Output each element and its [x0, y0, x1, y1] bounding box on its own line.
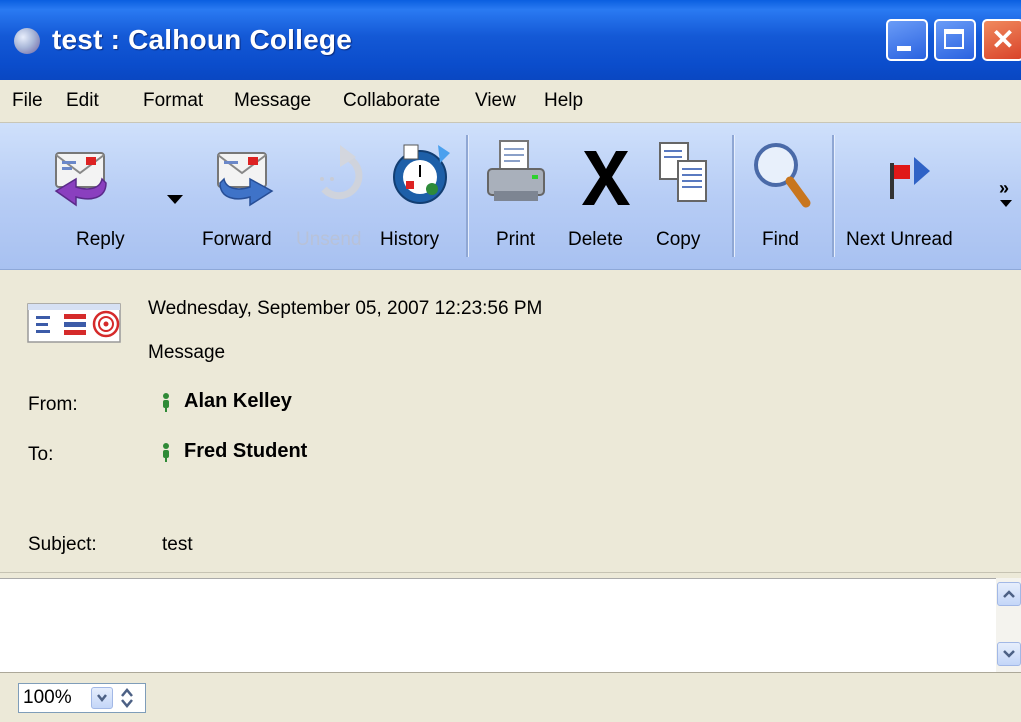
menu-message[interactable]: Message	[234, 90, 311, 112]
chevron-down-icon	[1000, 200, 1012, 207]
message-window: test : Calhoun College ✕ File Edit Forma…	[0, 0, 1021, 722]
menu-view[interactable]: View	[475, 90, 516, 112]
history-icon	[393, 144, 450, 204]
delete-label: Delete	[568, 229, 623, 250]
from-label: From:	[28, 394, 78, 415]
message-body[interactable]	[0, 578, 996, 673]
chevron-down-icon	[97, 694, 107, 703]
copy-label: Copy	[656, 229, 701, 250]
vertical-scrollbar[interactable]	[996, 578, 1021, 672]
overflow-chevron-icon: »	[999, 178, 1010, 198]
minimize-button[interactable]	[886, 19, 928, 61]
magnifier-icon	[754, 143, 811, 208]
delete-button[interactable]: Delete	[560, 123, 640, 269]
forward-button[interactable]: Forward	[196, 123, 286, 269]
find-button[interactable]: Find	[744, 123, 824, 269]
forward-icon	[217, 152, 274, 207]
subject-label: Subject:	[28, 534, 97, 555]
menu-bar: File Edit Format Message Collaborate Vie…	[0, 80, 1021, 123]
menu-format[interactable]: Format	[143, 90, 203, 112]
to-recipient[interactable]: Fred Student	[184, 440, 307, 463]
zoom-spinner-icon[interactable]	[117, 686, 137, 710]
toolbar-divider	[832, 135, 835, 257]
groupwise-app-icon	[14, 28, 40, 54]
reply-options-dropdown[interactable]	[162, 123, 190, 269]
printer-icon	[487, 140, 545, 201]
person-icon	[163, 443, 169, 462]
reply-label: Reply	[76, 229, 125, 250]
history-label: History	[380, 229, 440, 250]
message-header: Wednesday, September 05, 2007 12:23:56 P…	[0, 270, 1021, 572]
menu-file[interactable]: File	[12, 90, 43, 112]
next-unread-flag-icon	[890, 157, 930, 199]
subject-value: test	[162, 534, 193, 555]
to-label: To:	[28, 444, 54, 465]
chevron-up-icon	[1003, 590, 1015, 598]
delete-x-icon	[582, 151, 630, 205]
message-type: Message	[148, 342, 226, 363]
menu-help[interactable]: Help	[544, 90, 583, 112]
toolbar-overflow-button[interactable]: »	[990, 123, 1021, 269]
next-unread-button[interactable]: Next Unread	[840, 123, 970, 269]
toolbar-divider	[732, 135, 735, 257]
person-icon	[163, 393, 169, 412]
scroll-down-button[interactable]	[997, 642, 1021, 666]
title-bar[interactable]: test : Calhoun College ✕	[0, 0, 1021, 80]
close-button[interactable]: ✕	[982, 19, 1021, 61]
close-icon: ✕	[991, 24, 1015, 55]
find-label: Find	[762, 229, 799, 250]
forward-label: Forward	[202, 229, 272, 250]
message-envelope-icon	[27, 303, 121, 343]
print-label: Print	[496, 229, 536, 250]
status-bar: 100%	[0, 672, 1021, 722]
window-title: test : Calhoun College	[52, 24, 352, 55]
unsend-label: Unsend	[296, 229, 362, 250]
toolbar-divider	[466, 135, 469, 257]
chevron-down-icon	[1003, 650, 1015, 658]
unsend-button[interactable]: Unsend	[296, 123, 374, 269]
copy-button[interactable]: Copy	[646, 123, 722, 269]
message-date: Wednesday, September 05, 2007 12:23:56 P…	[148, 298, 543, 319]
reply-icon	[54, 152, 107, 207]
print-button[interactable]: Print	[478, 123, 558, 269]
from-sender[interactable]: Alan Kelley	[184, 390, 292, 413]
history-button[interactable]: History	[380, 123, 460, 269]
zoom-value: 100%	[23, 687, 72, 708]
menu-edit[interactable]: Edit	[66, 90, 99, 112]
reply-button[interactable]: Reply	[40, 123, 140, 269]
menu-collaborate[interactable]: Collaborate	[343, 90, 440, 112]
scroll-up-button[interactable]	[997, 582, 1021, 606]
unsend-icon	[320, 145, 363, 200]
zoom-dropdown-button[interactable]	[91, 687, 113, 709]
chevron-down-icon	[167, 195, 183, 204]
toolbar: Reply Forward Unsend History Print Delet…	[0, 123, 1021, 270]
zoom-combobox[interactable]: 100%	[18, 683, 146, 713]
copy-icon	[659, 142, 707, 202]
maximize-button[interactable]	[934, 19, 976, 61]
next-unread-label: Next Unread	[846, 229, 953, 250]
